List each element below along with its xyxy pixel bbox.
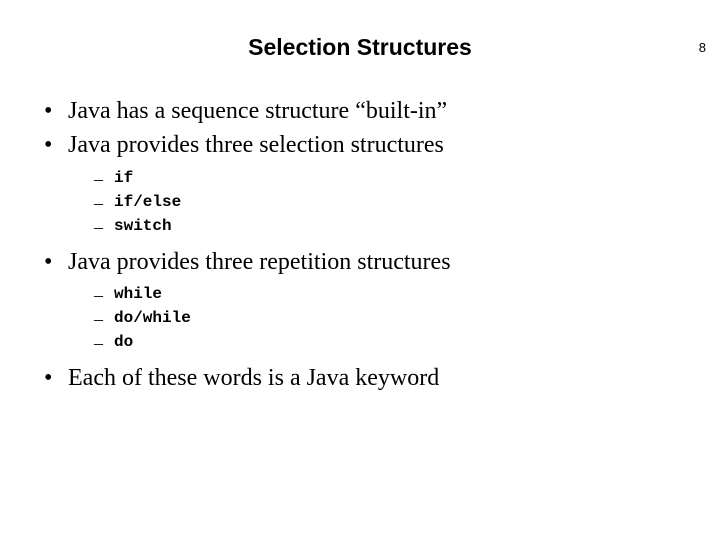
bullet-item: Java provides three selection structures… bbox=[44, 129, 696, 237]
slide: 8 Selection Structures Java has a sequen… bbox=[0, 34, 720, 540]
sub-item: while bbox=[94, 282, 696, 306]
sub-item: if/else bbox=[94, 190, 696, 214]
sub-item: switch bbox=[94, 214, 696, 238]
sub-item: do bbox=[94, 330, 696, 354]
page-number: 8 bbox=[699, 40, 706, 55]
slide-title: Selection Structures bbox=[24, 34, 696, 61]
bullet-item: Java provides three repetition structure… bbox=[44, 246, 696, 354]
sub-list: while do/while do bbox=[94, 282, 696, 354]
bullet-item: Each of these words is a Java keyword bbox=[44, 362, 696, 394]
bullet-item: Java has a sequence structure “built-in” bbox=[44, 95, 696, 127]
bullet-list: Java has a sequence structure “built-in”… bbox=[44, 95, 696, 395]
sub-item: if bbox=[94, 166, 696, 190]
bullet-text: Java provides three repetition structure… bbox=[68, 249, 451, 275]
sub-list: if if/else switch bbox=[94, 166, 696, 238]
sub-item: do/while bbox=[94, 306, 696, 330]
bullet-text: Java provides three selection structures bbox=[68, 132, 444, 158]
